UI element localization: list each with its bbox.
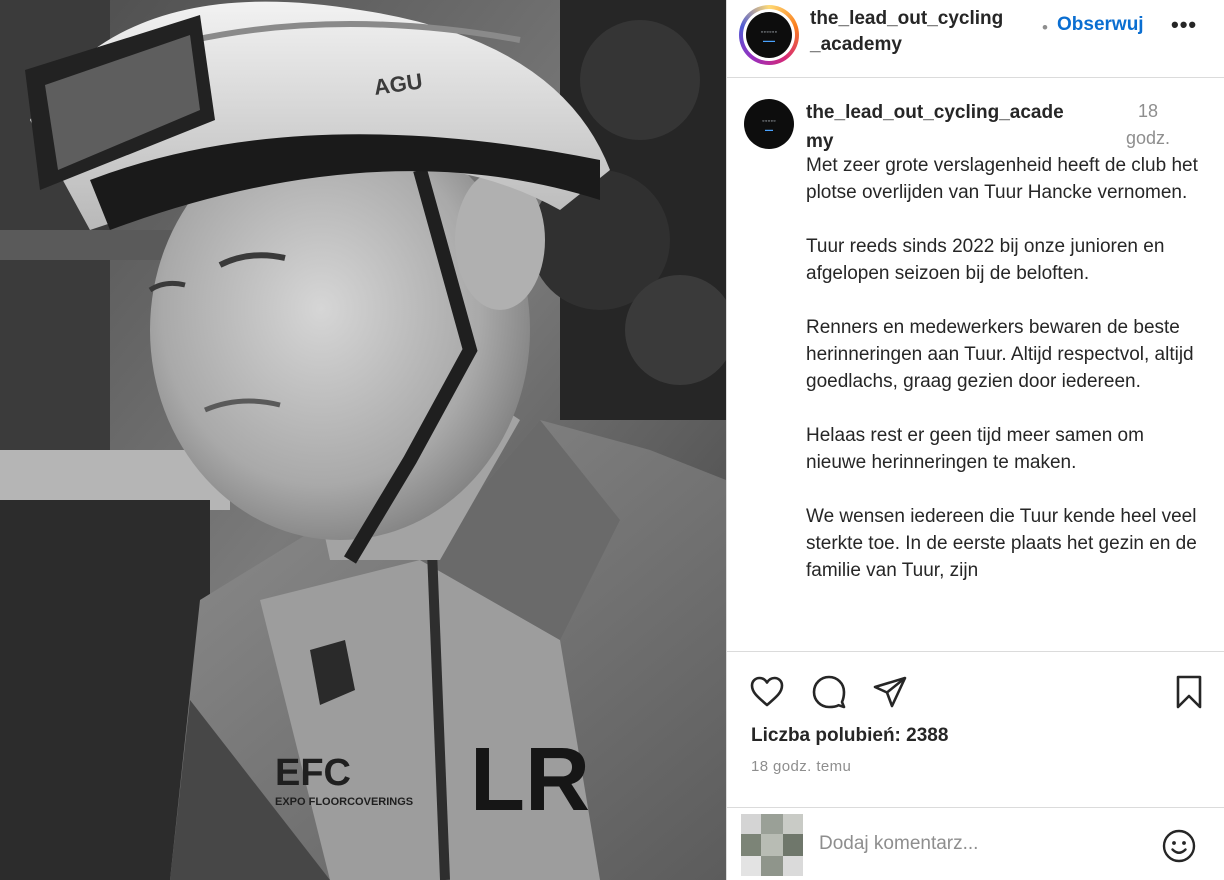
current-user-avatar	[741, 814, 803, 876]
avatar-pixel	[761, 856, 783, 876]
post-time-ago[interactable]: 18 godz. temu	[751, 758, 851, 775]
caption-logo-sub: ▬▬	[765, 127, 773, 132]
header-separator: •	[1042, 18, 1048, 37]
caption-time-line1: 18	[1137, 101, 1159, 121]
caption-logo-mark: ◦◦◦◦◦	[762, 118, 776, 125]
caption-username[interactable]: the_lead_out_cycling_acade my	[806, 98, 1106, 156]
post-side-panel: ◦◦◦◦◦◦ ▬▬▬ the_lead_out_cycling _academy…	[726, 0, 1224, 880]
comment-input[interactable]	[819, 830, 1149, 858]
caption-paragraph: Helaas rest er geen tijd meer samen om n…	[806, 425, 1144, 473]
caption-username-line1: the_lead_out_cycling_acade	[806, 102, 1064, 123]
bookmark-icon[interactable]	[1171, 674, 1207, 710]
caption-paragraph: Renners en medewerkers bewaren de beste …	[806, 317, 1194, 392]
avatar-pixel	[761, 814, 783, 834]
likes-count[interactable]: Liczba polubień: 2388	[751, 725, 948, 747]
cyclist-portrait-image: AGU EFC EXPO FLOORCOVERINGS LR	[0, 0, 726, 880]
header-username-line1: the_lead_out_cycling	[810, 8, 1004, 29]
caption-text: Met zeer grote verslagenheid heeft de cl…	[806, 152, 1201, 611]
avatar-pixel	[741, 834, 761, 856]
jersey-sub-text: EXPO FLOORCOVERINGS	[275, 796, 413, 808]
avatar-pixel	[783, 814, 803, 834]
comment-bar	[727, 807, 1224, 880]
follow-button[interactable]: Obserwuj	[1057, 14, 1144, 36]
jersey-brand-text: EFC	[275, 752, 351, 794]
club-logo-icon: ◦◦◦◦◦◦ ▬▬▬	[746, 12, 792, 58]
comment-icon[interactable]	[811, 674, 847, 710]
header-username[interactable]: the_lead_out_cycling _academy	[810, 6, 1035, 58]
instagram-post-view: AGU EFC EXPO FLOORCOVERINGS LR ◦◦◦◦◦◦ ▬▬…	[0, 0, 1224, 880]
smiley-icon[interactable]	[1161, 828, 1197, 864]
club-logo-sub: ▬▬▬	[763, 38, 775, 43]
caption-paragraph: Tuur reeds sinds 2022 bij onze junioren …	[806, 236, 1165, 284]
share-icon[interactable]	[872, 674, 908, 710]
avatar-pixel	[783, 834, 803, 856]
jersey-logo-text: LR	[470, 730, 590, 830]
club-logo-mark: ◦◦◦◦◦◦	[760, 29, 778, 36]
caption-section[interactable]: ◦◦◦◦◦ ▬▬ the_lead_out_cycling_acade my 1…	[727, 79, 1224, 651]
caption-time-line2: godz.	[1125, 128, 1171, 148]
caption-avatar[interactable]: ◦◦◦◦◦ ▬▬	[744, 99, 794, 149]
avatar-pixel	[761, 834, 783, 856]
heart-icon[interactable]	[749, 674, 785, 710]
caption-timestamp: 18 godz.	[1113, 98, 1183, 152]
more-options-icon[interactable]: •••	[1171, 12, 1197, 38]
avatar-pixel	[741, 814, 761, 834]
post-header: ◦◦◦◦◦◦ ▬▬▬ the_lead_out_cycling _academy…	[727, 0, 1224, 78]
post-actions: Liczba polubień: 2388 18 godz. temu	[727, 651, 1224, 880]
header-username-line2: _academy	[810, 34, 902, 55]
avatar-pixel	[783, 856, 803, 876]
caption-paragraph: Met zeer grote verslagenheid heeft de cl…	[806, 155, 1198, 203]
avatar-pixel	[741, 856, 761, 876]
post-photo[interactable]: AGU EFC EXPO FLOORCOVERINGS LR	[0, 0, 726, 880]
caption-paragraph: We wensen iedereen die Tuur kende heel v…	[806, 506, 1197, 581]
profile-avatar[interactable]: ◦◦◦◦◦◦ ▬▬▬	[739, 5, 799, 65]
